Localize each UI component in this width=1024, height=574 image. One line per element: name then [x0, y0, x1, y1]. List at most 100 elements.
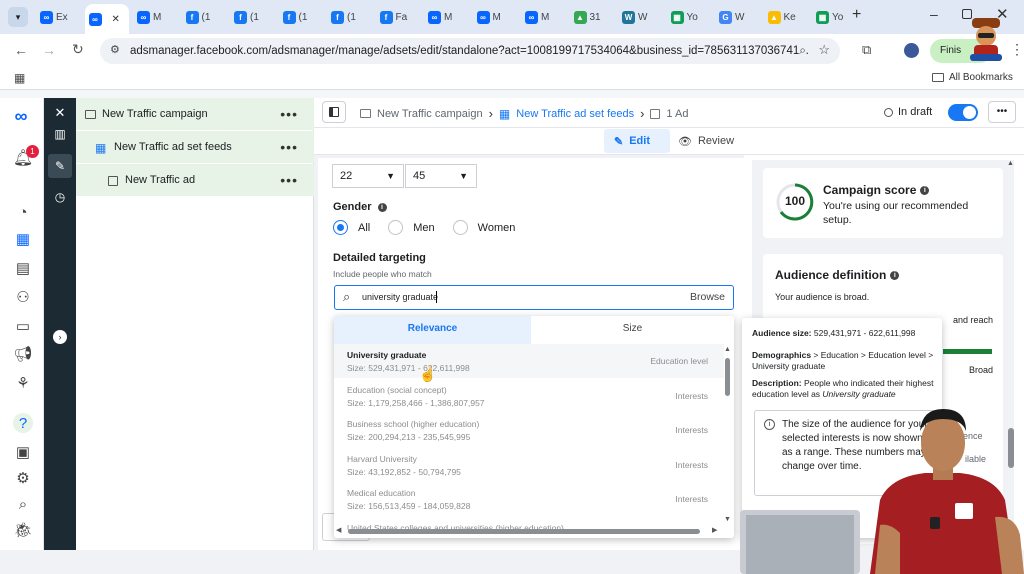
browser-tab[interactable]: f (1	[327, 5, 371, 29]
toggle-panel-button[interactable]	[322, 101, 346, 123]
audiences-icon[interactable]: ⚇	[13, 287, 33, 307]
suggestion-type: Interests	[675, 425, 708, 435]
minimize-button[interactable]: –	[930, 6, 938, 22]
audience-title-text: Audience definition	[775, 268, 887, 282]
folder-icon	[932, 73, 944, 82]
browser-tab[interactable]: ∞ M	[521, 5, 565, 29]
gender-all-radio[interactable]	[333, 220, 348, 235]
gender-label: Gender i	[333, 201, 387, 213]
tab-size[interactable]: Size	[531, 316, 734, 344]
presenter-webcam-overlay	[740, 405, 1024, 574]
bug-report-icon[interactable]: 🐞︎	[13, 520, 33, 540]
scroll-up-icon: ▲	[724, 346, 731, 353]
close-tab-icon[interactable]: ✕	[112, 14, 120, 25]
profile-avatar[interactable]	[964, 16, 1008, 66]
edit-pencil-icon[interactable]: ✎	[48, 154, 72, 178]
meta-icon: ∞	[525, 10, 538, 24]
browser-tab[interactable]: ▦ Yo	[812, 5, 856, 29]
tree-row-ad[interactable]: New Traffic ad •••	[76, 164, 314, 196]
apps-grid-icon[interactable]: ▦	[14, 71, 25, 85]
site-info-icon[interactable]: ⚙	[110, 43, 120, 56]
score-subtitle: You're using our recommended setup.	[823, 200, 969, 226]
browser-tab[interactable]: ∞ M	[473, 5, 517, 29]
adset-more-button[interactable]: •••	[280, 139, 298, 155]
age-max-select[interactable]: 45 ▼	[405, 164, 477, 188]
extension-avatar-icon[interactable]	[904, 43, 919, 58]
scroll-down-icon: ▼	[724, 516, 731, 523]
browser-tab[interactable]: ▦ Yo	[667, 5, 711, 29]
tab-relevance[interactable]: Relevance	[334, 316, 531, 344]
campaigns-table-icon[interactable]: ▦	[13, 229, 33, 249]
facebook-icon: f	[379, 10, 393, 24]
tree-row-campaign[interactable]: New Traffic campaign •••	[76, 98, 314, 130]
tab-search-button[interactable]: ▾	[8, 7, 28, 27]
sheets-icon: ▦	[670, 10, 684, 24]
forward-arrow-icon[interactable]: →	[42, 42, 56, 58]
browser-tab[interactable]: ∞ ✕	[84, 4, 129, 34]
ads-manager-rail: ∞ 🔔︎ 1 ◔ ▦ ▤ ⚇ ▭ 📢︎ ⚘ ? ▣ ⚙ ⌕ 🐞︎	[0, 98, 44, 550]
all-bookmarks[interactable]: All Bookmarks	[932, 72, 1013, 83]
tree-row-adset[interactable]: ▦ New Traffic ad set feeds •••	[76, 131, 314, 163]
detailed-targeting-sublabel: Include people who match	[333, 269, 432, 279]
age-min-select[interactable]: 22 ▼	[332, 164, 404, 188]
extensions-icon[interactable]: ⧉	[862, 42, 871, 58]
browser-tab[interactable]: f (1	[182, 5, 226, 29]
breadcrumb-ad[interactable]: 1 Ad	[666, 108, 688, 120]
gender-men-radio[interactable]	[388, 220, 404, 235]
history-clock-icon[interactable]: ◷	[51, 188, 69, 206]
browser-tab-label: Yo	[686, 11, 698, 23]
search-icon[interactable]: ⌕	[13, 494, 33, 514]
publish-toggle[interactable]	[948, 104, 978, 121]
suggestion-item[interactable]: Medical education Size: 156,513,459 - 184…	[334, 482, 724, 516]
more-options-button[interactable]: •••	[988, 101, 1016, 123]
meta-icon: ∞	[428, 10, 441, 24]
browser-tab[interactable]: f (1	[230, 5, 274, 29]
pages-icon[interactable]: ▤	[13, 258, 33, 278]
detailed-targeting-search[interactable]: ⌕ university graduate Browse	[334, 285, 734, 310]
browser-tab-label: M	[444, 11, 453, 23]
close-icon[interactable]: ✕	[51, 104, 69, 122]
breadcrumb-adset[interactable]: New Traffic ad set feeds	[516, 108, 634, 120]
browser-tab[interactable]: f Fa	[376, 5, 420, 29]
browser-tab[interactable]: f (1	[279, 5, 323, 29]
score-value: 100	[784, 194, 806, 208]
browser-tab[interactable]: ▲ Ke	[764, 5, 808, 29]
suggestion-item[interactable]: Harvard University Size: 43,192,852 - 50,…	[334, 448, 724, 482]
billing-icon[interactable]: ▭	[13, 316, 33, 336]
browse-link[interactable]: Browse	[690, 291, 725, 303]
browser-tab[interactable]: ∞ M	[133, 5, 177, 29]
suggestion-item[interactable]: Business school (higher education) Size: …	[334, 413, 724, 447]
url-field[interactable]: ⚙ adsmanager.facebook.com/adsmanager/man…	[100, 38, 840, 64]
new-tab-button[interactable]: +	[852, 6, 861, 24]
back-arrow-icon[interactable]: ←	[14, 42, 28, 58]
browser-tab[interactable]: ∞ Ex	[36, 5, 80, 29]
campaign-more-button[interactable]: •••	[280, 106, 298, 122]
browser-tab[interactable]: ▲ 31	[570, 5, 614, 29]
suggestion-item[interactable]: Education (social concept) Size: 1,179,25…	[334, 379, 724, 413]
browser-tab[interactable]: ∞ M	[424, 5, 468, 29]
browser-tab[interactable]: WW	[618, 5, 662, 29]
charts-icon[interactable]: ▥	[51, 125, 69, 143]
tab-review[interactable]: 👁︎ Review	[672, 129, 734, 153]
help-icon[interactable]: ?	[13, 413, 33, 433]
events-manager-icon[interactable]: ⚘	[13, 373, 33, 393]
reports-icon[interactable]: ▣	[13, 442, 33, 462]
suggestion-name: University graduate	[347, 350, 427, 360]
bookmark-star-icon[interactable]: ☆	[818, 42, 830, 58]
breadcrumb-campaign[interactable]: New Traffic campaign	[377, 108, 483, 120]
suggestion-item[interactable]: University graduate Size: 529,431,971 - 6…	[334, 344, 724, 378]
ads-megaphone-icon[interactable]: 📢︎	[13, 344, 33, 364]
horizontal-scrollbar[interactable]: ◀ ▶	[334, 526, 724, 536]
meta-logo-icon[interactable]: ∞	[11, 106, 31, 126]
vertical-scrollbar[interactable]: ▲ ▼	[724, 346, 732, 526]
gender-women-radio[interactable]	[452, 220, 468, 235]
reload-icon[interactable]: ↻	[72, 41, 84, 58]
chrome-menu-icon[interactable]: ⋮	[1010, 41, 1024, 58]
ad-more-button[interactable]: •••	[280, 172, 298, 188]
dashboard-icon[interactable]: ◔	[13, 202, 33, 222]
zoom-icon[interactable]: ⌕	[799, 43, 806, 58]
browser-tab[interactable]: GW	[715, 5, 759, 29]
expand-arrow-icon[interactable]: ›	[53, 330, 67, 344]
settings-gear-icon[interactable]: ⚙	[13, 468, 33, 488]
tab-edit[interactable]: ✎ Edit	[604, 129, 670, 153]
